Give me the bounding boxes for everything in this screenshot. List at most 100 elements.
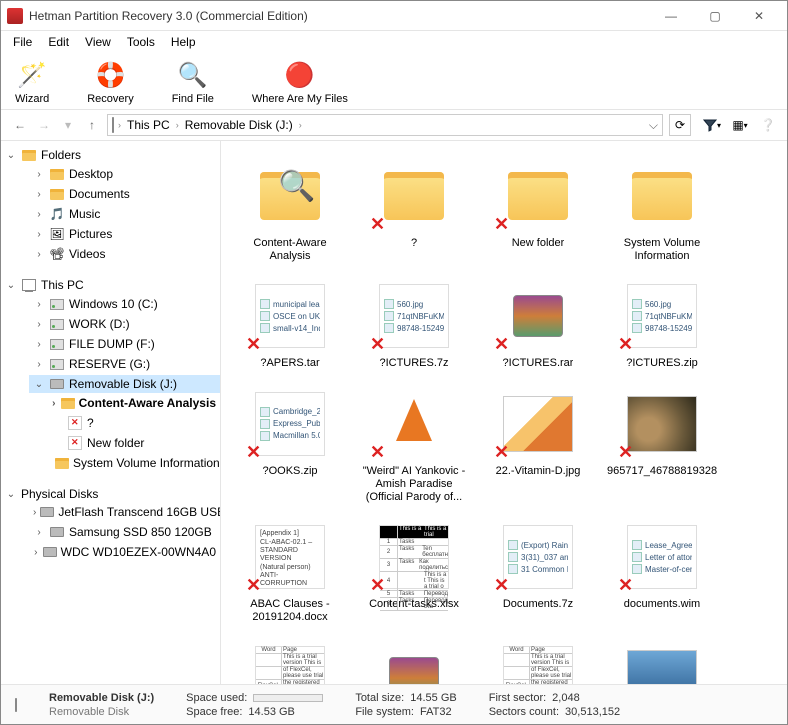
file-item[interactable]: ✕New folder: [479, 151, 597, 269]
recovery-label: Recovery: [87, 93, 133, 105]
file-label: ?: [411, 237, 417, 250]
lifebuoy-icon: 🛟: [94, 59, 126, 91]
folder-icon: [508, 172, 568, 220]
status-disk: Removable Disk (J:): [49, 692, 154, 704]
menu-help[interactable]: Help: [163, 33, 204, 51]
tree-new-folder[interactable]: New folder: [47, 434, 220, 452]
filter-icon[interactable]: ▾: [703, 116, 721, 134]
file-item[interactable]: 560.jpg71qtNBFuKML...98748-152496...✕?IC…: [355, 271, 473, 376]
deleted-badge-icon: ✕: [370, 334, 385, 355]
find-label: Find File: [172, 93, 214, 105]
file-item[interactable]: WordPageThis is a trial version This iso…: [479, 633, 597, 685]
archive-preview: Cambridge_20...Express_Publis...Macmilla…: [255, 392, 325, 456]
chevron-down-icon[interactable]: ⌵: [649, 118, 658, 133]
breadcrumb-this-pc[interactable]: This PC: [125, 118, 172, 132]
file-label: ?ICTURES.zip: [626, 357, 698, 370]
doc-preview: [Appendix 1]CL-ABAC-02.1 –STANDARD VERSI…: [255, 525, 325, 589]
tree-drive-d[interactable]: ›WORK (D:): [29, 315, 220, 333]
refresh-button[interactable]: ⟳: [669, 114, 691, 136]
view-options-icon[interactable]: ▦▾: [731, 116, 749, 134]
status-disk-sub: Removable Disk: [49, 706, 154, 718]
where-are-my-files-button[interactable]: 🔴 Where Are My Files: [248, 57, 352, 107]
file-list[interactable]: 🔍Content-Aware Analysis✕?✕New folderSyst…: [221, 141, 787, 684]
file-label: documents.wim: [624, 598, 700, 611]
nav-history-button[interactable]: ▾: [59, 116, 77, 134]
file-label: Documents.7z: [503, 598, 573, 611]
file-label: ?OOKS.zip: [262, 465, 317, 478]
address-bar[interactable]: › This PC › Removable Disk (J:) › ⌵: [107, 114, 663, 136]
file-item[interactable]: ✕?: [355, 151, 473, 269]
breadcrumb-removable-disk[interactable]: Removable Disk (J:): [183, 118, 295, 132]
image-thumb: [627, 396, 697, 452]
deleted-icon: [67, 415, 83, 431]
tree-system-volume-info[interactable]: System Volume Information: [47, 454, 220, 472]
menu-view[interactable]: View: [77, 33, 119, 51]
tree-disk-0[interactable]: ›JetFlash Transcend 16GB USB Device: [29, 503, 220, 521]
file-item[interactable]: This is aThis is a trial1Tasks2TasksTen …: [355, 512, 473, 630]
file-item[interactable]: ✕: [355, 633, 473, 685]
nav-forward-button[interactable]: →: [35, 116, 53, 134]
tree-unknown[interactable]: ?: [47, 414, 220, 432]
file-item[interactable]: System Volume Information: [603, 151, 721, 269]
image-thumb: [627, 650, 697, 685]
button-red-icon: 🔴: [284, 59, 316, 91]
file-item[interactable]: ✕"Weird" AI Yankovic - Amish Paradise (O…: [355, 379, 473, 511]
hdd-icon: [40, 504, 54, 520]
maximize-button[interactable]: ▢: [693, 1, 737, 31]
file-item[interactable]: ✕: [603, 633, 721, 685]
file-item[interactable]: WordPageThis is a trial version This iso…: [231, 633, 349, 685]
close-button[interactable]: ✕: [737, 1, 781, 31]
deleted-badge-icon: ✕: [370, 442, 385, 463]
tree-drive-c[interactable]: ›Windows 10 (C:): [29, 295, 220, 313]
file-label: 22.-Vitamin-D.jpg: [496, 465, 581, 478]
archive-preview: (Export) Rainb...3(31)_037 arm...31 Comm…: [503, 525, 573, 589]
wand-icon: 🪄: [16, 59, 48, 91]
tree-drive-g[interactable]: ›RESERVE (G:): [29, 355, 220, 373]
file-item[interactable]: municipal lease...OSCE on UKr e...small-…: [231, 271, 349, 376]
menu-file[interactable]: File: [5, 33, 40, 51]
help-icon[interactable]: ❔: [759, 116, 777, 134]
file-item[interactable]: ✕965717_467888193286344_15...: [603, 379, 721, 511]
rar-icon: [513, 295, 563, 337]
file-item[interactable]: ✕22.-Vitamin-D.jpg: [479, 379, 597, 511]
tree-physical-disks[interactable]: ⌄ Physical Disks: [1, 486, 220, 502]
tree-disk-1[interactable]: ›Samsung SSD 850 120GB: [29, 523, 220, 541]
tree-folders[interactable]: ⌄ Folders: [1, 146, 220, 164]
minimize-button[interactable]: —: [649, 1, 693, 31]
sheet-preview: WordPageThis is a trial version This iso…: [503, 646, 573, 685]
folder-tree[interactable]: ⌄ Folders ›Desktop ›Documents ›🎵Music ›🖼…: [1, 141, 221, 684]
expand-icon[interactable]: ›: [33, 168, 45, 180]
search-icon: 🔍: [177, 59, 209, 91]
tree-pictures[interactable]: ›🖼Pictures: [29, 225, 220, 243]
tree-disk-2[interactable]: ›WDC WD10EZEX-00WN4A0: [29, 543, 220, 561]
menu-edit[interactable]: Edit: [40, 33, 77, 51]
tree-content-aware[interactable]: ›Content-Aware Analysis: [47, 394, 220, 412]
wizard-button[interactable]: 🪄 Wizard: [11, 57, 53, 107]
folder-icon: [632, 172, 692, 220]
nav-back-button[interactable]: ←: [11, 116, 29, 134]
tree-this-pc[interactable]: ⌄ This PC: [1, 276, 220, 294]
recovery-button[interactable]: 🛟 Recovery: [83, 57, 137, 107]
tree-desktop[interactable]: ›Desktop: [29, 165, 220, 183]
archive-preview: 560.jpg71qtNBFuKML...98748-152496...: [379, 284, 449, 348]
file-item[interactable]: Lease_Agreem...Letter of attor...Master-…: [603, 512, 721, 630]
folder-icon: [384, 172, 444, 220]
collapse-icon[interactable]: ⌄: [5, 149, 17, 161]
file-item[interactable]: 560.jpg71qtNBFuKML...98748-152496...✕?IC…: [603, 271, 721, 376]
picture-icon: 🖼: [49, 226, 65, 242]
menu-tools[interactable]: Tools: [119, 33, 163, 51]
tree-documents[interactable]: ›Documents: [29, 185, 220, 203]
file-item[interactable]: ✕?ICTURES.rar: [479, 271, 597, 376]
folder-icon: [21, 147, 37, 163]
file-item[interactable]: [Appendix 1]CL-ABAC-02.1 –STANDARD VERSI…: [231, 512, 349, 630]
file-item[interactable]: Cambridge_20...Express_Publis...Macmilla…: [231, 379, 349, 511]
nav-up-button[interactable]: ↑: [83, 116, 101, 134]
tree-videos[interactable]: ›📽Videos: [29, 245, 220, 263]
tree-drive-f[interactable]: ›FILE DUMP (F:): [29, 335, 220, 353]
find-file-button[interactable]: 🔍 Find File: [168, 57, 218, 107]
file-item[interactable]: 🔍Content-Aware Analysis: [231, 151, 349, 269]
status-bar: Removable Disk (J:) Removable Disk Space…: [1, 684, 787, 724]
tree-removable-disk-j[interactable]: ⌄Removable Disk (J:): [29, 375, 220, 393]
file-item[interactable]: (Export) Rainb...3(31)_037 arm...31 Comm…: [479, 512, 597, 630]
tree-music[interactable]: ›🎵Music: [29, 205, 220, 223]
